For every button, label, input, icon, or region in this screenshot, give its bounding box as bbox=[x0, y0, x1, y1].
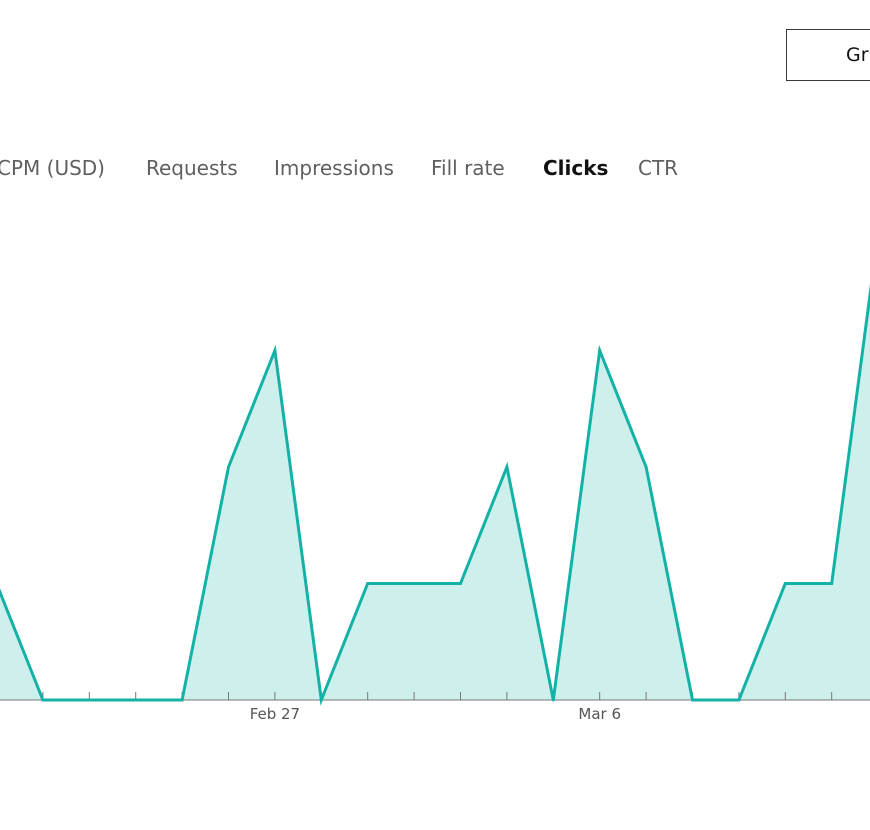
data-point bbox=[87, 698, 91, 702]
data-point bbox=[41, 698, 45, 702]
x-tick-label: Feb 27 bbox=[250, 705, 300, 723]
area-fill bbox=[0, 295, 870, 700]
data-point bbox=[505, 465, 509, 469]
data-point bbox=[644, 465, 648, 469]
data-point bbox=[459, 582, 462, 585]
data-point bbox=[737, 698, 741, 702]
data-point bbox=[412, 582, 416, 585]
data-point bbox=[180, 698, 184, 702]
data-point bbox=[319, 698, 323, 702]
data-point bbox=[691, 698, 694, 702]
x-tick-label: Mar 6 bbox=[578, 705, 621, 723]
data-point bbox=[551, 698, 555, 702]
chart-page: Gr CPM (USD) Requests Impressions Fill r… bbox=[0, 0, 870, 830]
data-point bbox=[783, 582, 787, 585]
data-point bbox=[598, 349, 602, 352]
data-point bbox=[366, 582, 370, 585]
data-point bbox=[134, 698, 138, 702]
data-point bbox=[273, 349, 277, 352]
data-point bbox=[227, 465, 230, 469]
data-point bbox=[830, 582, 834, 585]
clicks-area-chart: Feb 27Mar 6Mar 13 bbox=[0, 283, 870, 723]
